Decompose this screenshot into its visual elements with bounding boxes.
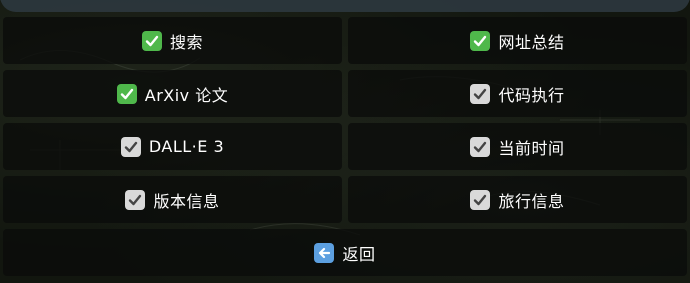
option-button-search[interactable]: 搜索 <box>3 17 342 64</box>
option-label: 搜索 <box>169 32 203 52</box>
option-button-code-exec[interactable]: 代码执行 <box>348 70 687 117</box>
option-label: ArXiv 论文 <box>144 85 229 105</box>
option-button-url-summary[interactable]: 网址总结 <box>348 17 687 64</box>
back-button-label: 返回 <box>342 244 376 264</box>
option-label: 版本信息 <box>153 191 220 211</box>
back-button[interactable]: 返回 <box>3 229 687 276</box>
option-button-dalle[interactable]: DALL·E 3 <box>3 123 342 170</box>
check-gray-icon <box>470 136 491 157</box>
option-label: 当前时间 <box>498 138 565 158</box>
keyboard-grid: 搜索 网址总结 ArXiv 论文 代码执行 DALL·E 3 当前时间 版本信息… <box>0 17 690 282</box>
option-button-version-info[interactable]: 版本信息 <box>3 176 342 223</box>
top-bar <box>0 0 690 12</box>
check-green-icon <box>470 30 491 51</box>
keyboard-row: ArXiv 论文 代码执行 <box>0 70 690 117</box>
option-label: 旅行信息 <box>498 191 565 211</box>
option-button-current-time[interactable]: 当前时间 <box>348 123 687 170</box>
left-arrow-icon <box>314 242 335 263</box>
keyboard-row: DALL·E 3 当前时间 <box>0 123 690 170</box>
check-gray-icon <box>470 189 491 210</box>
option-label: 网址总结 <box>498 32 565 52</box>
keyboard-row: 返回 <box>0 229 690 276</box>
check-green-icon <box>116 83 137 104</box>
keyboard-row: 版本信息 旅行信息 <box>0 176 690 223</box>
check-gray-icon <box>470 83 491 104</box>
option-label: DALL·E 3 <box>148 137 225 156</box>
option-button-travel-info[interactable]: 旅行信息 <box>348 176 687 223</box>
option-label: 代码执行 <box>498 85 565 105</box>
keyboard-row: 搜索 网址总结 <box>0 17 690 64</box>
option-button-arxiv[interactable]: ArXiv 论文 <box>3 70 342 117</box>
check-gray-icon <box>120 136 141 157</box>
check-gray-icon <box>125 189 146 210</box>
check-green-icon <box>141 30 162 51</box>
